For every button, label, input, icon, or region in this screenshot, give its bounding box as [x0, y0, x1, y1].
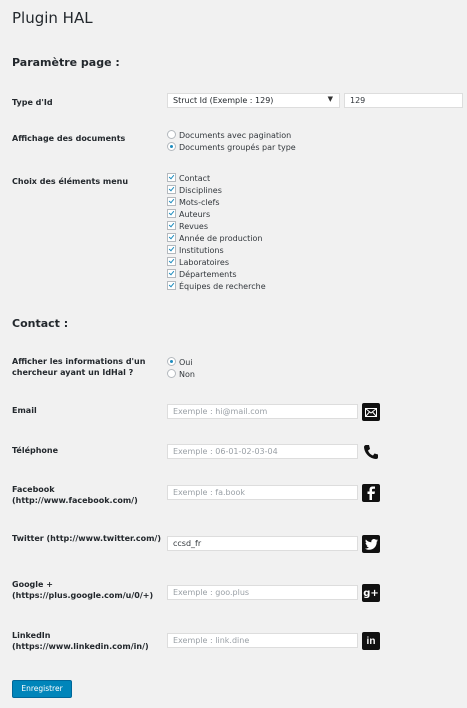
- twitter-icon: [362, 535, 380, 553]
- idhal-option-non[interactable]: Non: [167, 369, 195, 380]
- menu-item-laboratoires[interactable]: Laboratoires: [167, 257, 229, 268]
- menu-item-contact[interactable]: Contact: [167, 173, 210, 184]
- menu-item-institutions[interactable]: Institutions: [167, 245, 224, 256]
- facebook-field[interactable]: Exemple : fa.book: [167, 485, 358, 500]
- checkbox-annee[interactable]: [167, 233, 176, 242]
- radio-pagination[interactable]: [167, 130, 176, 139]
- menu-item-auteurs[interactable]: Auteurs: [167, 209, 210, 220]
- facebook-icon: [362, 484, 380, 502]
- radio-oui[interactable]: [167, 357, 176, 366]
- menu-item-disciplines[interactable]: Disciplines: [167, 185, 222, 196]
- checkbox-institutions-label: Institutions: [179, 246, 224, 255]
- email-label: Email: [12, 406, 37, 415]
- email-field[interactable]: Exemple : hi@mail.com: [167, 404, 358, 419]
- linkedin-field[interactable]: Exemple : link.dine: [167, 633, 358, 648]
- idhal-label: Afficher les informations d'un chercheur…: [12, 357, 146, 377]
- phone-icon: [362, 443, 380, 461]
- googleplus-icon: g+: [362, 584, 380, 602]
- type-id-select[interactable]: Struct Id (Exemple : 129) ▼: [167, 93, 340, 108]
- menu-elements-label: Choix des éléments menu: [12, 177, 129, 186]
- checkbox-auteurs-label: Auteurs: [179, 210, 211, 219]
- radio-grouped[interactable]: [167, 142, 176, 151]
- page-title: Plugin HAL: [12, 9, 93, 27]
- type-id-label: Type d'Id: [12, 98, 53, 107]
- checkbox-laboratoires[interactable]: [167, 257, 176, 266]
- radio-grouped-label: Documents groupés par type: [179, 143, 296, 152]
- menu-item-revues[interactable]: Revues: [167, 221, 208, 232]
- type-id-select-value: Struct Id (Exemple : 129): [173, 96, 274, 105]
- checkbox-revues[interactable]: [167, 221, 176, 230]
- checkbox-mots-clefs[interactable]: [167, 197, 176, 206]
- checkbox-disciplines[interactable]: [167, 185, 176, 194]
- checkbox-laboratoires-label: Laboratoires: [179, 258, 229, 267]
- dropdown-arrow-icon: ▼: [327, 95, 333, 103]
- googleplus-field[interactable]: Exemple : goo.plus: [167, 585, 358, 600]
- checkbox-mots-clefs-label: Mots-clefs: [179, 198, 220, 207]
- linkedin-icon: in: [362, 632, 380, 650]
- checkbox-auteurs[interactable]: [167, 209, 176, 218]
- checkbox-disciplines-label: Disciplines: [179, 186, 222, 195]
- checkbox-contact-label: Contact: [179, 174, 211, 183]
- phone-field[interactable]: Exemple : 06-01-02-03-04: [167, 444, 358, 459]
- affichage-option-grouped[interactable]: Documents groupés par type: [167, 142, 296, 153]
- idhal-option-oui[interactable]: Oui: [167, 357, 193, 368]
- email-icon: [362, 403, 380, 421]
- checkbox-departements-label: Départements: [179, 270, 237, 279]
- plugin-settings-page: Plugin HAL Paramètre page : Type d'Id St…: [0, 0, 467, 708]
- menu-item-annee[interactable]: Année de production: [167, 233, 263, 244]
- menu-item-mots-clefs[interactable]: Mots-clefs: [167, 197, 220, 208]
- twitter-field[interactable]: ccsd_fr: [167, 536, 358, 551]
- save-button[interactable]: Enregistrer: [12, 680, 72, 698]
- radio-non[interactable]: [167, 369, 176, 378]
- googleplus-label: Google + (https://plus.google.com/u/0/+): [12, 580, 154, 600]
- checkbox-equipes-label: Équipes de recherche: [179, 282, 266, 291]
- radio-pagination-label: Documents avec pagination: [179, 131, 292, 140]
- checkbox-revues-label: Revues: [179, 222, 209, 231]
- section-contact: Contact :: [12, 317, 69, 330]
- radio-non-label: Non: [179, 370, 195, 379]
- checkbox-annee-label: Année de production: [179, 234, 263, 243]
- linkedin-label: LinkedIn (https://www.linkedin.com/in/): [12, 631, 149, 651]
- type-id-input[interactable]: 129: [344, 93, 463, 108]
- checkbox-equipes[interactable]: [167, 281, 176, 290]
- section-page-params: Paramètre page :: [12, 56, 120, 69]
- checkbox-departements[interactable]: [167, 269, 176, 278]
- facebook-label: Facebook (http://www.facebook.com/): [12, 485, 138, 505]
- affichage-option-pagination[interactable]: Documents avec pagination: [167, 130, 291, 141]
- menu-item-departements[interactable]: Départements: [167, 269, 237, 280]
- menu-item-equipes[interactable]: Équipes de recherche: [167, 281, 266, 292]
- phone-label: Téléphone: [12, 446, 59, 455]
- twitter-label: Twitter (http://www.twitter.com/): [12, 534, 162, 543]
- checkbox-institutions[interactable]: [167, 245, 176, 254]
- affichage-label: Affichage des documents: [12, 134, 126, 143]
- checkbox-contact[interactable]: [167, 173, 176, 182]
- radio-oui-label: Oui: [179, 358, 193, 367]
